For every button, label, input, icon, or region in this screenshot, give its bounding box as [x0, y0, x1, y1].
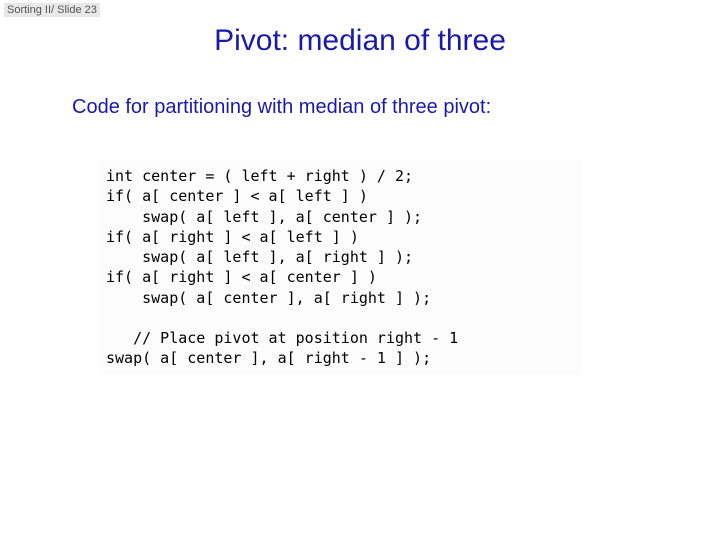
slide-subtitle: Code for partitioning with median of thr… — [72, 96, 491, 119]
slide-header-label: Sorting II/ Slide 23 — [4, 3, 100, 17]
code-block: int center = ( left + right ) / 2; if( a… — [100, 160, 582, 375]
slide-title: Pivot: median of three — [0, 24, 720, 58]
